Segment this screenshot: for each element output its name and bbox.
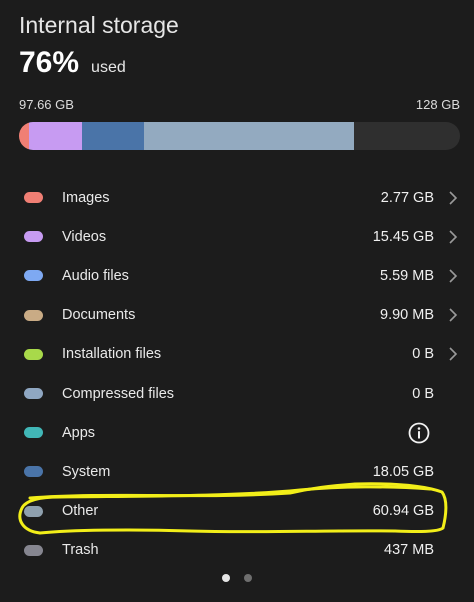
chevron-right-icon[interactable] (448, 230, 458, 244)
storage-row-images[interactable]: Images 2.77 GB (0, 178, 474, 217)
chevron-right-icon[interactable] (448, 269, 458, 283)
usage-summary: 76% used (19, 46, 126, 80)
category-label: Documents (62, 307, 136, 324)
category-label: Apps (62, 424, 96, 441)
category-label: System (62, 463, 111, 480)
storage-row-videos[interactable]: Videos 15.45 GB (0, 217, 474, 256)
category-color-dot (24, 544, 43, 556)
storage-row-other: Other 60.94 GB (0, 492, 474, 531)
usage-percent: 76% (19, 46, 80, 79)
bar-segment-system (81, 122, 144, 150)
category-size: 2.77 GB (380, 189, 434, 206)
category-size: 60.94 GB (372, 503, 434, 520)
bar-segment-videos (28, 122, 82, 150)
category-color-dot (24, 231, 43, 243)
category-label: Compressed files (62, 385, 175, 402)
storage-category-list: Images 2.77 GB Videos 15.45 GB Audio files 5.… (0, 178, 474, 570)
category-size: 15.45 GB (372, 228, 434, 245)
bar-total-amount: 128 GB (415, 97, 460, 112)
storage-title: Internal storage (19, 12, 179, 38)
category-size: 9.90 MB (380, 307, 434, 324)
bar-used-amount: 97.66 GB (19, 97, 74, 112)
chevron-right-icon[interactable] (448, 347, 458, 361)
storage-row-apps: Apps (0, 413, 474, 452)
category-label: Videos (62, 228, 107, 245)
category-size: 437 MB (384, 542, 434, 559)
category-label: Installation files (62, 346, 162, 363)
category-color-dot (24, 388, 43, 400)
category-label: Other (62, 503, 99, 520)
storage-row-compressed-files: Compressed files 0 B (0, 374, 474, 413)
chevron-right-icon[interactable] (448, 308, 458, 322)
category-size: 0 B (412, 346, 434, 363)
category-size: 18.05 GB (372, 463, 434, 480)
usage-used-label: used (91, 59, 126, 76)
category-color-dot (24, 427, 43, 439)
category-label: Trash (62, 542, 99, 559)
chevron-right-icon[interactable] (448, 191, 458, 205)
category-color-dot (24, 505, 43, 517)
storage-row-documents[interactable]: Documents 9.90 MB (0, 296, 474, 335)
category-color-dot (24, 192, 43, 204)
storage-row-audio-files[interactable]: Audio files 5.59 MB (0, 256, 474, 295)
bar-segment-images (19, 122, 29, 150)
storage-row-installation-files[interactable]: Installation files 0 B (0, 335, 474, 374)
category-color-dot (24, 348, 43, 360)
category-size: 0 B (412, 385, 434, 402)
category-color-dot (24, 270, 43, 282)
storage-usage-bar (19, 122, 460, 150)
category-color-dot (24, 309, 43, 321)
storage-row-trash: Trash 437 MB (0, 531, 474, 570)
category-label: Audio files (62, 267, 129, 284)
page-dot-1[interactable] (222, 574, 230, 582)
category-size: 5.59 MB (380, 267, 434, 284)
category-label: Images (62, 189, 110, 206)
info-circle-icon[interactable] (408, 422, 430, 444)
page-dot-2[interactable] (244, 574, 252, 582)
page-indicator (0, 574, 474, 582)
bar-segment-other (143, 122, 354, 150)
storage-row-system: System 18.05 GB (0, 452, 474, 491)
category-color-dot (24, 466, 43, 478)
